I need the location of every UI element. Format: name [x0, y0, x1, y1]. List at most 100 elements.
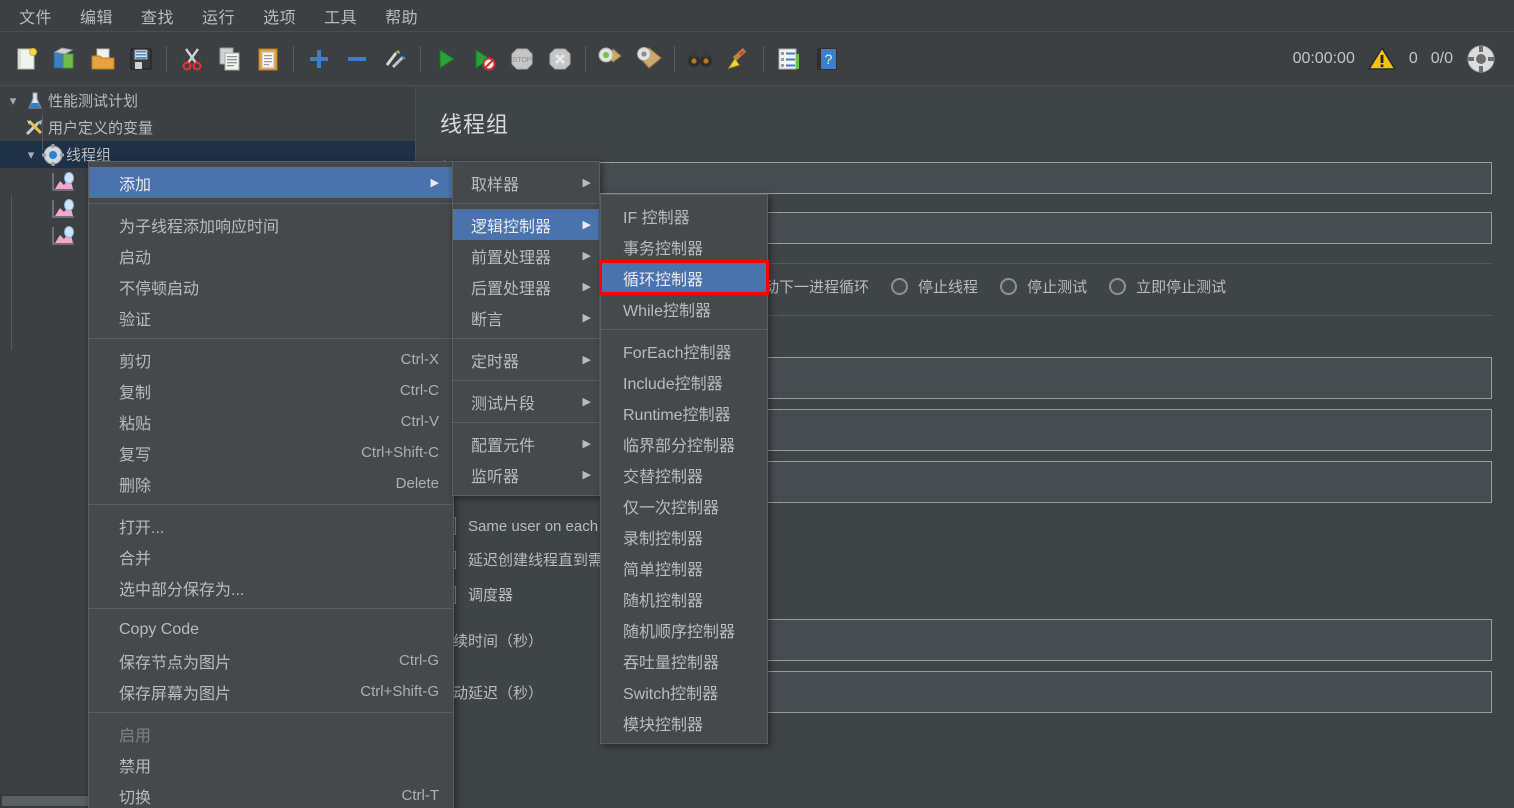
- tree-node-user-variables[interactable]: 用户定义的变量: [0, 114, 415, 141]
- toolbar-separator: [674, 45, 675, 72]
- submenu-item-assertion[interactable]: 断言 ▶: [453, 302, 599, 333]
- clear-all-button[interactable]: [630, 40, 668, 78]
- logic-item-module-controller[interactable]: 模块控制器: [601, 707, 767, 738]
- toggle-pencil-icon: [385, 49, 406, 68]
- context-menu-item-copy-code[interactable]: Copy Code: [89, 614, 453, 645]
- logic-item-include-controller[interactable]: Include控制器: [601, 366, 767, 397]
- context-menu-item-copy[interactable]: 复制 Ctrl-C: [89, 375, 453, 406]
- logic-item-loop-controller[interactable]: 循环控制器: [599, 260, 769, 295]
- logic-item-once-only-controller[interactable]: 仅一次控制器: [601, 490, 767, 521]
- tree-guide-line: [11, 195, 12, 350]
- start-no-pause-button[interactable]: [465, 40, 503, 78]
- menu-item-label: 不停顿启动: [119, 280, 200, 298]
- open-folder-button[interactable]: [84, 40, 122, 78]
- logic-item-critical-section-controller[interactable]: 临界部分控制器: [601, 428, 767, 459]
- context-menu-item-validate[interactable]: 验证: [89, 302, 453, 333]
- context-menu-item-paste[interactable]: 粘贴 Ctrl-V: [89, 406, 453, 437]
- context-menu-item-add-think-times[interactable]: 为子线程添加响应时间: [89, 209, 453, 240]
- name-input[interactable]: 线程组: [476, 162, 1492, 194]
- chevron-down-icon[interactable]: ▾: [4, 93, 22, 109]
- rampup-input[interactable]: [653, 409, 1492, 451]
- context-menu-item-remove[interactable]: 删除 Delete: [89, 468, 453, 499]
- save-button[interactable]: [122, 40, 160, 78]
- function-helper-button[interactable]: [770, 40, 808, 78]
- menu-item-label: 逻辑控制器: [471, 218, 552, 236]
- logic-item-switch-controller[interactable]: Switch控制器: [601, 676, 767, 707]
- submenu-item-timer[interactable]: 定时器 ▶: [453, 344, 599, 375]
- new-document-button[interactable]: [8, 40, 46, 78]
- submenu-item-logic-controller[interactable]: 逻辑控制器 ▶: [453, 209, 599, 240]
- radio-stop-thread[interactable]: [891, 278, 909, 295]
- logic-item-foreach-controller[interactable]: ForEach控制器: [601, 335, 767, 366]
- menu-item-label: 禁用: [119, 758, 152, 776]
- stop-button[interactable]: STOP: [503, 40, 541, 78]
- menu-search[interactable]: 查找: [128, 0, 187, 32]
- tree-node-test-plan[interactable]: ▾ 性能测试计划: [0, 87, 415, 114]
- menu-edit[interactable]: 编辑: [67, 0, 126, 32]
- thread-activity-icon[interactable]: [1466, 44, 1496, 74]
- menu-tools[interactable]: 工具: [311, 0, 370, 32]
- logic-item-if-controller[interactable]: IF 控制器: [601, 200, 767, 231]
- start-button[interactable]: [427, 40, 465, 78]
- radio-stop-test-label: 停止测试: [1027, 279, 1088, 296]
- logic-item-random-order-controller[interactable]: 随机顺序控制器: [601, 614, 767, 645]
- submenu-item-sampler[interactable]: 取样器 ▶: [453, 167, 599, 198]
- submenu-item-pre-processor[interactable]: 前置处理器 ▶: [453, 240, 599, 271]
- remove-button[interactable]: [338, 40, 376, 78]
- open-templates-button[interactable]: [46, 40, 84, 78]
- add-submenu[interactable]: 取样器 ▶ 逻辑控制器 ▶ 前置处理器 ▶ 后置处理器 ▶ 断言 ▶ 定时器 ▶…: [452, 161, 600, 496]
- copy-button[interactable]: [211, 40, 249, 78]
- context-menu-item-toggle[interactable]: 切换 Ctrl-T: [89, 780, 453, 808]
- menu-options[interactable]: 选项: [250, 0, 309, 32]
- duration-input[interactable]: [653, 619, 1492, 661]
- thread-count-input[interactable]: [653, 357, 1492, 399]
- logic-item-interleave-controller[interactable]: 交替控制器: [601, 459, 767, 490]
- cut-button[interactable]: [173, 40, 211, 78]
- add-button[interactable]: [300, 40, 338, 78]
- submenu-item-listener[interactable]: 监听器 ▶: [453, 459, 599, 490]
- submenu-item-config-element[interactable]: 配置元件 ▶: [453, 428, 599, 459]
- radio-stop-test-now[interactable]: [1109, 278, 1127, 295]
- help-button[interactable]: ?: [808, 40, 846, 78]
- context-menu-item-merge[interactable]: 合并: [89, 541, 453, 572]
- submenu-item-post-processor[interactable]: 后置处理器 ▶: [453, 271, 599, 302]
- toggle-button[interactable]: [376, 40, 414, 78]
- search-button[interactable]: [681, 40, 719, 78]
- logic-item-simple-controller[interactable]: 简单控制器: [601, 552, 767, 583]
- svg-text:STOP: STOP: [513, 57, 532, 64]
- chevron-down-icon[interactable]: ▾: [22, 147, 40, 163]
- logic-item-random-controller[interactable]: 随机控制器: [601, 583, 767, 614]
- paste-button[interactable]: [249, 40, 287, 78]
- menu-file[interactable]: 文件: [6, 0, 65, 32]
- startup-delay-input[interactable]: [653, 671, 1492, 713]
- context-menu-item-save-screen-as-image[interactable]: 保存屏幕为图片 Ctrl+Shift-G: [89, 676, 453, 707]
- menu-bar: 文件 编辑 查找 运行 选项 工具 帮助: [0, 0, 1514, 32]
- radio-stop-test[interactable]: [1000, 278, 1018, 295]
- context-menu-item-save-node-as-image[interactable]: 保存节点为图片 Ctrl-G: [89, 645, 453, 676]
- context-menu-item-cut[interactable]: 剪切 Ctrl-X: [89, 344, 453, 375]
- context-menu-item-add[interactable]: 添加 ▶: [89, 167, 453, 198]
- menu-run[interactable]: 运行: [189, 0, 248, 32]
- logic-item-while-controller[interactable]: While控制器: [601, 293, 767, 324]
- scrollbar-thumb[interactable]: [2, 796, 88, 806]
- logic-item-throughput-controller[interactable]: 吞吐量控制器: [601, 645, 767, 676]
- context-menu-item-duplicate[interactable]: 复写 Ctrl+Shift-C: [89, 437, 453, 468]
- context-menu-item-disable[interactable]: 禁用: [89, 749, 453, 780]
- reset-search-button[interactable]: [719, 40, 757, 78]
- context-menu-item-open[interactable]: 打开...: [89, 510, 453, 541]
- logic-controller-submenu[interactable]: IF 控制器 事务控制器 循环控制器 While控制器 ForEach控制器 I…: [599, 194, 769, 744]
- context-menu-item-start-no-pauses[interactable]: 不停顿启动: [89, 271, 453, 302]
- logic-item-recording-controller[interactable]: 录制控制器: [601, 521, 767, 552]
- shutdown-button[interactable]: [541, 40, 579, 78]
- context-menu-item-save-selection-as[interactable]: 选中部分保存为...: [89, 572, 453, 603]
- chevron-right-icon: ▶: [582, 354, 591, 366]
- context-menu-item-start[interactable]: 启动: [89, 240, 453, 271]
- loop-count-input[interactable]: [723, 461, 1492, 503]
- menu-item-label: 保存节点为图片: [119, 654, 232, 672]
- logic-item-transaction-controller[interactable]: 事务控制器: [601, 231, 767, 262]
- submenu-item-test-fragment[interactable]: 测试片段 ▶: [453, 386, 599, 417]
- logic-item-runtime-controller[interactable]: Runtime控制器: [601, 397, 767, 428]
- tree-context-menu[interactable]: 添加 ▶ 为子线程添加响应时间 启动 不停顿启动 验证 剪切 Ctrl-X 复制…: [88, 161, 454, 808]
- menu-help[interactable]: 帮助: [372, 0, 431, 32]
- clear-button[interactable]: [592, 40, 630, 78]
